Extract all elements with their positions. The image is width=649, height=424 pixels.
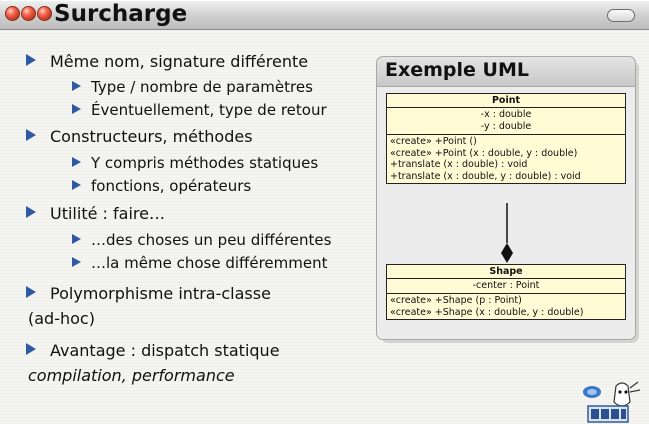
minimize-window-icon[interactable] [21,6,36,21]
uml-operation: «create» +Point () [390,136,477,147]
sub-bullet-item: Éventuellement, type de retour [72,101,327,119]
bullet-text: Avantage : dispatch statique [50,341,280,360]
uml-operations: «create» +Shape (p : Point) «create» +Sh… [387,294,625,319]
sub-bullet-item: fonctions, opérateurs [72,177,251,195]
zoom-window-icon[interactable] [37,6,52,21]
uml-example-block: Exemple UML Point -x : double -y : doubl… [376,56,639,343]
bullet-triangle-icon [26,129,36,141]
bullet-triangle-icon [72,257,81,267]
bullet-text: Utilité : faire… [50,204,165,223]
uml-attribute: -y : double [480,121,532,132]
sub-bullet-text: Type / nombre de paramètres [91,78,313,96]
sub-bullet-text: …des choses un peu différentes [91,231,332,249]
uml-attribute: -x : double [480,109,532,120]
uml-operations: «create» +Point () «create» +Point (x : … [387,135,625,183]
toolbar-toggle-button[interactable] [607,9,635,22]
uml-class-shape: Shape -center : Point «create» +Shape (p… [386,264,626,320]
bullet-item: Polymorphisme intra-classe [26,284,271,303]
bullet-item: Utilité : faire… [26,204,165,223]
bullet-item: Constructeurs, méthodes [26,127,253,146]
uml-class-name: Shape [387,265,625,279]
uml-operation: «create» +Shape (p : Point) [390,295,522,306]
title-bar: Surcharge [0,0,649,30]
bullet-text: Même nom, signature différente [50,52,309,71]
uml-operation: «create» +Shape (x : double, y : double) [390,306,584,318]
presentation-window: Surcharge Même nom, signature différente… [0,0,649,424]
bullet-text: Polymorphisme intra-classe [50,284,271,303]
bullet-continuation: (ad-hoc) [28,309,95,328]
bullet-text: Constructeurs, méthodes [50,127,253,146]
uml-operation: +translate (x : double) : void [390,159,528,170]
lrde-logo-icon [583,381,641,423]
bullet-triangle-icon [72,104,81,114]
uml-attributes: -x : double -y : double [387,108,625,135]
uml-block-header: Exemple UML [376,56,636,87]
composition-arrow [501,203,513,263]
sub-bullet-item: Y compris méthodes statiques [72,154,318,172]
bullet-item: Même nom, signature différente [26,52,308,71]
sub-bullet-text: fonctions, opérateurs [91,177,252,195]
bullet-triangle-icon [72,180,81,190]
bullet-triangle-icon [72,81,81,91]
bullet-triangle-icon [72,157,81,167]
bullet-triangle-icon [72,234,81,244]
uml-class-name: Point [387,94,625,108]
sub-bullet-text: Éventuellement, type de retour [91,101,327,119]
sub-bullet-item: Type / nombre de paramètres [72,78,313,96]
close-window-icon[interactable] [5,6,20,21]
uml-class-point: Point -x : double -y : double «create» +… [386,93,626,184]
uml-block-body: Point -x : double -y : double «create» +… [376,86,636,340]
uml-operation: +translate (x : double, y : double) : vo… [390,170,581,182]
uml-operation: «create» +Point (x : double, y : double) [390,147,578,159]
sub-bullet-text: Y compris méthodes statiques [91,154,319,172]
bullet-triangle-icon [26,286,36,298]
bullet-triangle-icon [26,54,36,66]
bullet-triangle-icon [26,343,36,355]
sub-bullet-item: …des choses un peu différentes [72,231,331,249]
bullet-triangle-icon [26,206,36,218]
window-title: Surcharge [54,1,188,27]
sub-bullet-text: …la même chose différemment [91,254,328,272]
uml-block-title: Exemple UML [385,59,529,81]
uml-attribute: -center : Point [472,280,540,291]
bullet-continuation: compilation, performance [28,366,235,385]
uml-attributes: -center : Point [387,279,625,294]
sub-bullet-item: …la même chose différemment [72,254,327,272]
bullet-item: Avantage : dispatch statique [26,341,280,360]
composition-diamond-icon [501,243,513,263]
